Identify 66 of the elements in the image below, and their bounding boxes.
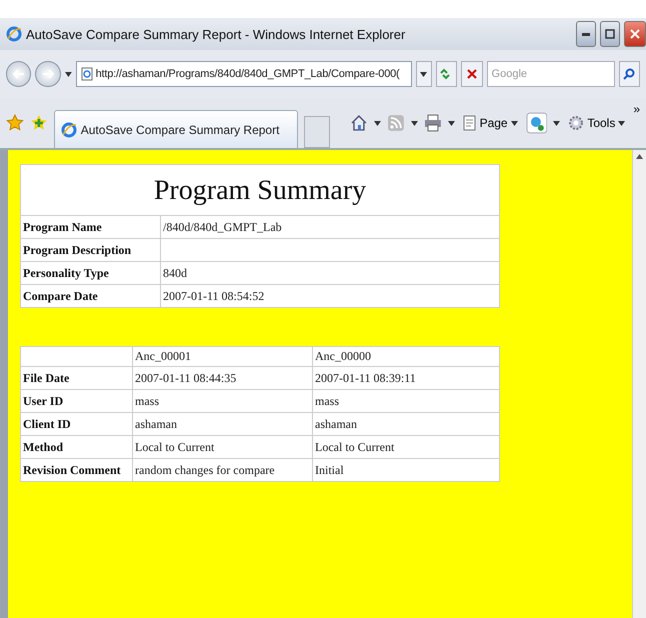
caret-icon[interactable]: [64, 72, 72, 76]
table-title: Program Summary: [20, 164, 500, 216]
close-icon: [630, 29, 640, 39]
table-cell: 840d: [160, 262, 500, 284]
minimize-icon: [582, 32, 590, 36]
maximize-button[interactable]: [600, 21, 620, 47]
caret-icon[interactable]: [553, 120, 560, 126]
row-label: Client ID: [20, 412, 132, 436]
row-label: Program Name: [20, 216, 160, 238]
maximize-icon: [605, 29, 615, 39]
add-favorite-icon[interactable]: [30, 114, 48, 132]
table-cell: random changes for compare: [132, 458, 312, 482]
column-header: Anc_00001: [132, 346, 312, 366]
page-icon: [462, 115, 477, 131]
row-label: Program Description: [20, 238, 160, 262]
search-icon: [623, 68, 636, 80]
arrow-right-icon: [42, 69, 54, 79]
row-label: Method: [20, 436, 132, 458]
more-commands-button[interactable]: »: [633, 102, 640, 116]
printer-icon[interactable]: [424, 114, 442, 132]
browser-logo-icon: [60, 122, 77, 138]
caret-icon: [618, 120, 626, 126]
table-cell: 2007-01-11 08:39:11: [312, 366, 500, 390]
home-icon[interactable]: [350, 114, 368, 132]
star-icon[interactable]: [6, 114, 24, 132]
table-cell: ashaman: [132, 412, 312, 436]
table-cell: Local to Current: [312, 436, 500, 458]
address-dropdown-button[interactable]: [416, 61, 432, 87]
close-button[interactable]: [624, 21, 646, 47]
caret-icon: [510, 120, 518, 126]
table-cell: /840d/840d_GMPT_Lab: [160, 216, 500, 238]
browser-logo-icon: [6, 26, 22, 42]
table-cell: Initial: [312, 458, 500, 482]
scrollbar[interactable]: [632, 150, 646, 618]
window-title: AutoSave Compare Summary Report - Windows Internet Explorer: [26, 26, 406, 42]
row-label: File Date: [20, 366, 132, 390]
row-label: Personality Type: [20, 262, 160, 284]
minimize-button[interactable]: [576, 21, 596, 47]
page-icon: [80, 67, 93, 81]
table-cell: 2007-01-11 08:44:35: [132, 366, 312, 390]
table-cell: Local to Current: [132, 436, 312, 458]
search-field[interactable]: Google: [486, 61, 615, 87]
table-cell: mass: [132, 390, 312, 412]
stop-button[interactable]: [461, 61, 483, 87]
row-label: Revision Comment: [20, 458, 132, 482]
research-icon[interactable]: [526, 112, 548, 134]
search-button[interactable]: [618, 61, 640, 87]
gear-icon: [568, 115, 584, 131]
address-field[interactable]: http://ashaman/Programs/840d/840d_GMPT_Lab/Compare-000(: [76, 61, 412, 87]
caret-icon[interactable]: [448, 120, 455, 126]
table-cell: mass: [312, 390, 500, 412]
close-icon: [466, 69, 477, 79]
table-cell: 2007-01-11 08:54:52: [160, 284, 500, 308]
row-label: Compare Date: [20, 284, 160, 308]
row-label: User ID: [20, 390, 132, 412]
back-button[interactable]: [6, 61, 32, 87]
caret-icon[interactable]: [410, 120, 418, 126]
arrow-left-icon: [12, 69, 25, 79]
table-cell: ashaman: [312, 412, 500, 436]
command-menu[interactable]: Page: [460, 115, 520, 131]
browser-tab[interactable]: AutoSave Compare Summary Report: [54, 110, 298, 148]
command-menu[interactable]: Tools: [566, 115, 628, 131]
column-header: Anc_00000: [312, 346, 500, 366]
caret-icon[interactable]: [374, 120, 381, 126]
caret-icon: [420, 72, 428, 76]
scroll-up-icon: [636, 154, 643, 159]
